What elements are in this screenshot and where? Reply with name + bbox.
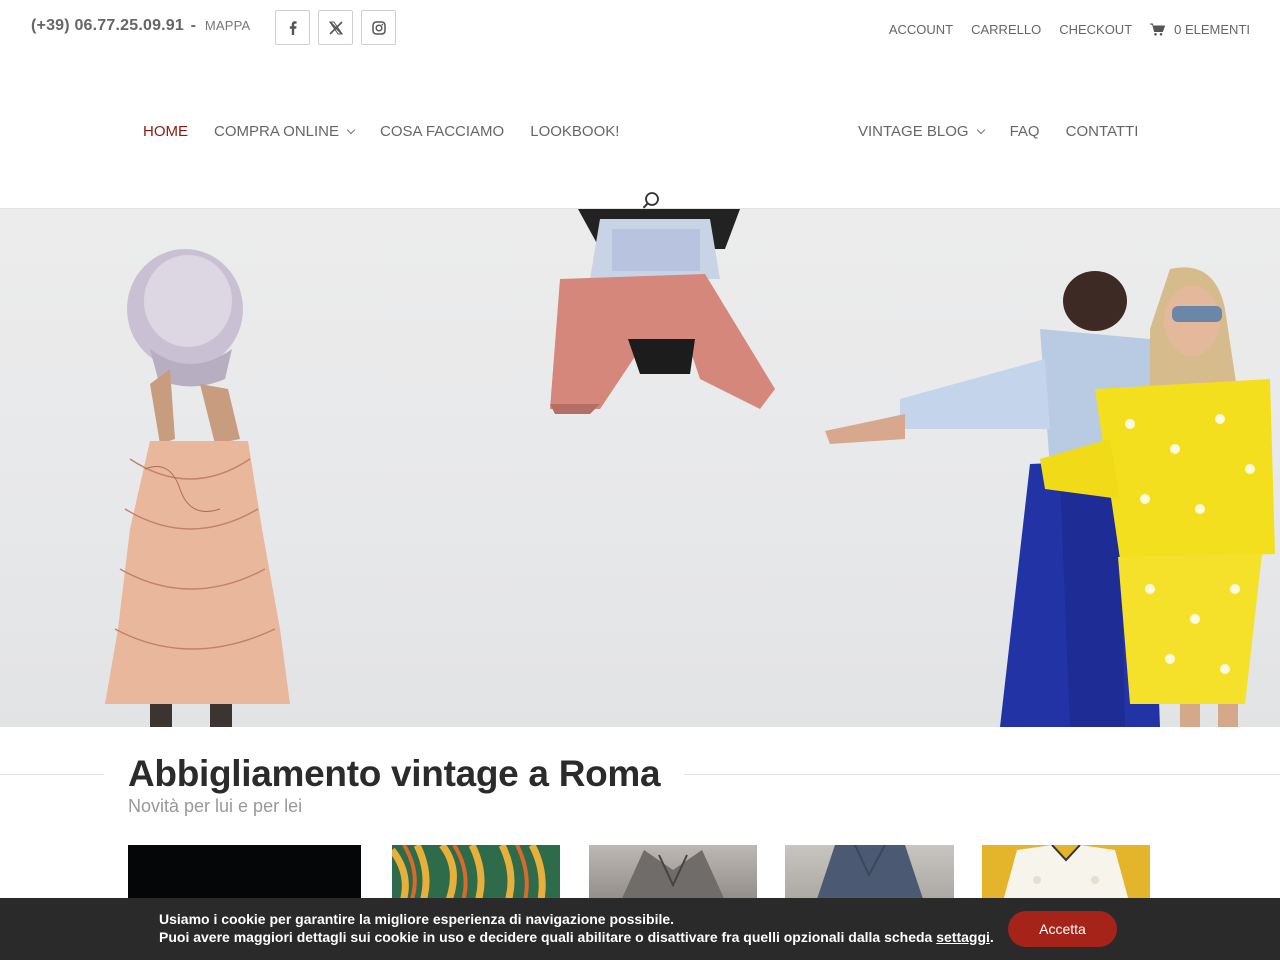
product-thumbnail[interactable] — [982, 845, 1150, 905]
main-navigation: HOME COMPRA ONLINE COSA FACCIAMO LOOKBOO… — [0, 60, 1280, 209]
section-title-wrap: Abbigliamento vintage a Roma — [104, 750, 685, 798]
nav-left: HOME COMPRA ONLINE COSA FACCIAMO LOOKBOO… — [143, 123, 619, 140]
cart-link[interactable]: CARRELLO — [971, 22, 1041, 37]
accept-cookies-button[interactable]: Accetta — [1008, 911, 1117, 947]
product-thumbnail[interactable] — [128, 845, 361, 905]
model-hat-dress — [105, 249, 290, 727]
cookie-message: Usiamo i cookie per garantire la miglior… — [159, 910, 994, 946]
cookie-banner: Usiamo i cookie per garantire la miglior… — [0, 898, 1280, 960]
cart-count: 0 ELEMENTI — [1174, 22, 1250, 37]
phone-number[interactable]: (+39) 06.77.25.09.91 — [31, 17, 184, 34]
product-thumbnail[interactable] — [589, 845, 757, 905]
product-image — [619, 850, 727, 905]
nav-label: FAQ — [1009, 123, 1040, 140]
product-image — [815, 845, 925, 905]
cart-summary[interactable]: 0 ELEMENTI — [1150, 22, 1250, 37]
hero-banner — [0, 209, 1280, 727]
facebook-link[interactable] — [275, 10, 310, 45]
nav-label: CONTATTI — [1065, 123, 1139, 140]
nav-item-faq[interactable]: FAQ — [1010, 123, 1040, 140]
instagram-link[interactable] — [361, 10, 396, 45]
shopping-cart-icon — [1150, 23, 1166, 36]
nav-item-home[interactable]: HOME — [143, 123, 188, 140]
product-image — [392, 845, 560, 905]
nav-right: VINTAGE BLOG FAQ CONTATTI — [858, 123, 1138, 140]
nav-label: LOOKBOOK! — [530, 123, 620, 140]
hero-image — [105, 209, 1275, 727]
nav-item-vintage-blog[interactable]: VINTAGE BLOG — [858, 123, 985, 140]
nav-label: COMPRA ONLINE — [214, 123, 340, 140]
cookie-line-2: Puoi avere maggiori dettagli sui cookie … — [159, 928, 994, 946]
instagram-icon — [371, 20, 386, 35]
product-image — [1002, 845, 1130, 905]
nav-label: HOME — [143, 123, 188, 140]
nav-label: COSA FACCIAMO — [380, 123, 505, 140]
secondary-nav: ACCOUNT CARRELLO CHECKOUT 0 ELEMENTI — [889, 22, 1250, 37]
product-thumbnail[interactable] — [392, 845, 560, 905]
map-link[interactable]: MAPPA — [205, 18, 251, 33]
cookie-line-1: Usiamo i cookie per garantire la miglior… — [159, 911, 675, 927]
section-subtitle: Novità per lui e per lei — [128, 796, 303, 816]
account-link[interactable]: ACCOUNT — [889, 22, 953, 37]
nav-label: VINTAGE BLOG — [858, 123, 969, 140]
product-thumbnail[interactable] — [785, 845, 954, 905]
product-grid — [0, 845, 1280, 905]
model-jumping — [550, 209, 775, 414]
section-title: Abbigliamento vintage a Roma — [128, 753, 661, 794]
checkout-link[interactable]: CHECKOUT — [1059, 22, 1132, 37]
nav-item-compra-online[interactable]: COMPRA ONLINE — [214, 123, 356, 140]
phone-separator: - — [190, 17, 197, 34]
phone-info: (+39) 06.77.25.09.91 - MAPPA — [31, 17, 250, 35]
cookie-line-2-end: . — [989, 929, 994, 945]
social-links — [275, 10, 396, 45]
x-twitter-link[interactable] — [318, 10, 353, 45]
nav-item-lookbook[interactable]: LOOKBOOK! — [530, 123, 619, 140]
nav-item-contatti[interactable]: CONTATTI — [1066, 123, 1139, 140]
cookie-settings-link[interactable]: settaggi — [936, 929, 990, 945]
top-bar: (+39) 06.77.25.09.91 - MAPPA ACCOUNT CAR… — [0, 0, 1280, 60]
chevron-down-icon — [976, 125, 985, 135]
facebook-icon — [289, 20, 297, 35]
nav-item-cosa-facciamo[interactable]: COSA FACCIAMO — [380, 123, 504, 140]
x-twitter-icon — [328, 20, 343, 35]
chevron-down-icon — [346, 125, 356, 135]
cookie-line-2-text: Puoi avere maggiori dettagli sui cookie … — [159, 929, 933, 945]
